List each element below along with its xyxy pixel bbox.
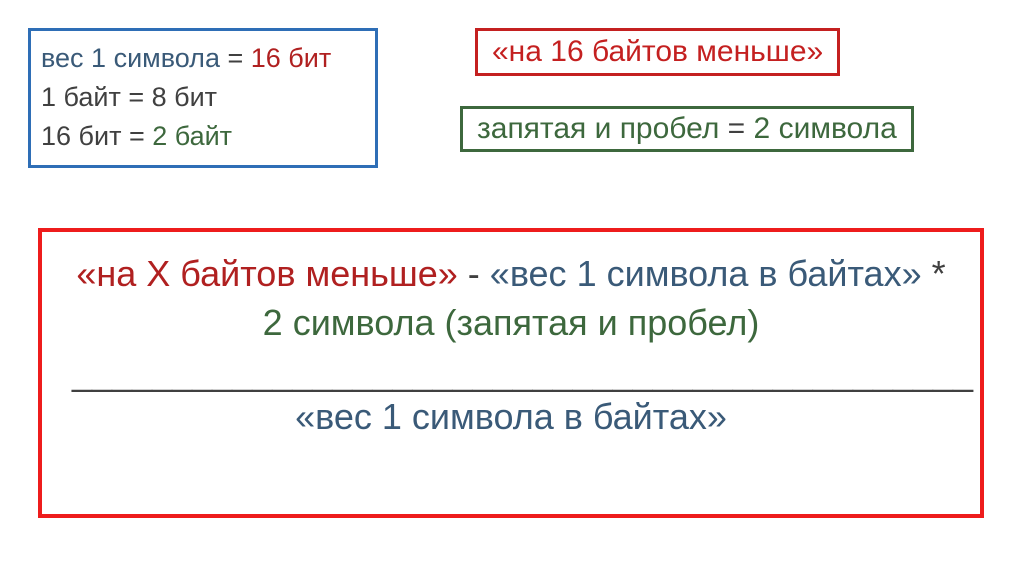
text-segment: -	[458, 253, 490, 294]
text-segment: 2 байт	[152, 121, 232, 151]
given-difference-box: «на 16 байтов меньше»	[475, 28, 840, 76]
text-segment: 2 символа (запятая и пробел)	[263, 302, 760, 343]
formula-box: «на Х байтов меньше» - «вес 1 символа в …	[38, 228, 984, 518]
text-segment: 2 символа	[754, 112, 897, 145]
text-segment: =	[220, 43, 251, 73]
fact-line-2: 1 байт = 8 бит	[41, 78, 365, 117]
text-segment: «на Х байтов меньше»	[76, 253, 457, 294]
fact-line-3: 16 бит = 2 байт	[41, 117, 365, 156]
text-segment: *	[922, 253, 946, 294]
formula-numerator: «на Х байтов меньше» - «вес 1 символа в …	[72, 250, 950, 347]
weight-facts-box: вес 1 символа = 16 бит 1 байт = 8 бит 16…	[28, 28, 378, 168]
text-segment: запятая и пробел	[477, 112, 719, 145]
fact-line-1: вес 1 символа = 16 бит	[41, 39, 365, 78]
text-segment: вес 1 символа	[41, 43, 220, 73]
fraction-bar: ________________________________________…	[72, 353, 950, 393]
text-segment: «вес 1 символа в байтах»	[490, 253, 922, 294]
formula-denominator: «вес 1 символа в байтах»	[72, 393, 950, 442]
comma-space-box: запятая и пробел = 2 символа	[460, 106, 914, 152]
given-difference-text: «на 16 байтов меньше»	[492, 35, 823, 69]
text-segment: 16 бит =	[41, 121, 152, 151]
comma-space-text: запятая и пробел = 2 символа	[477, 112, 897, 146]
text-segment: =	[719, 112, 753, 145]
text-segment: 16 бит	[251, 43, 331, 73]
